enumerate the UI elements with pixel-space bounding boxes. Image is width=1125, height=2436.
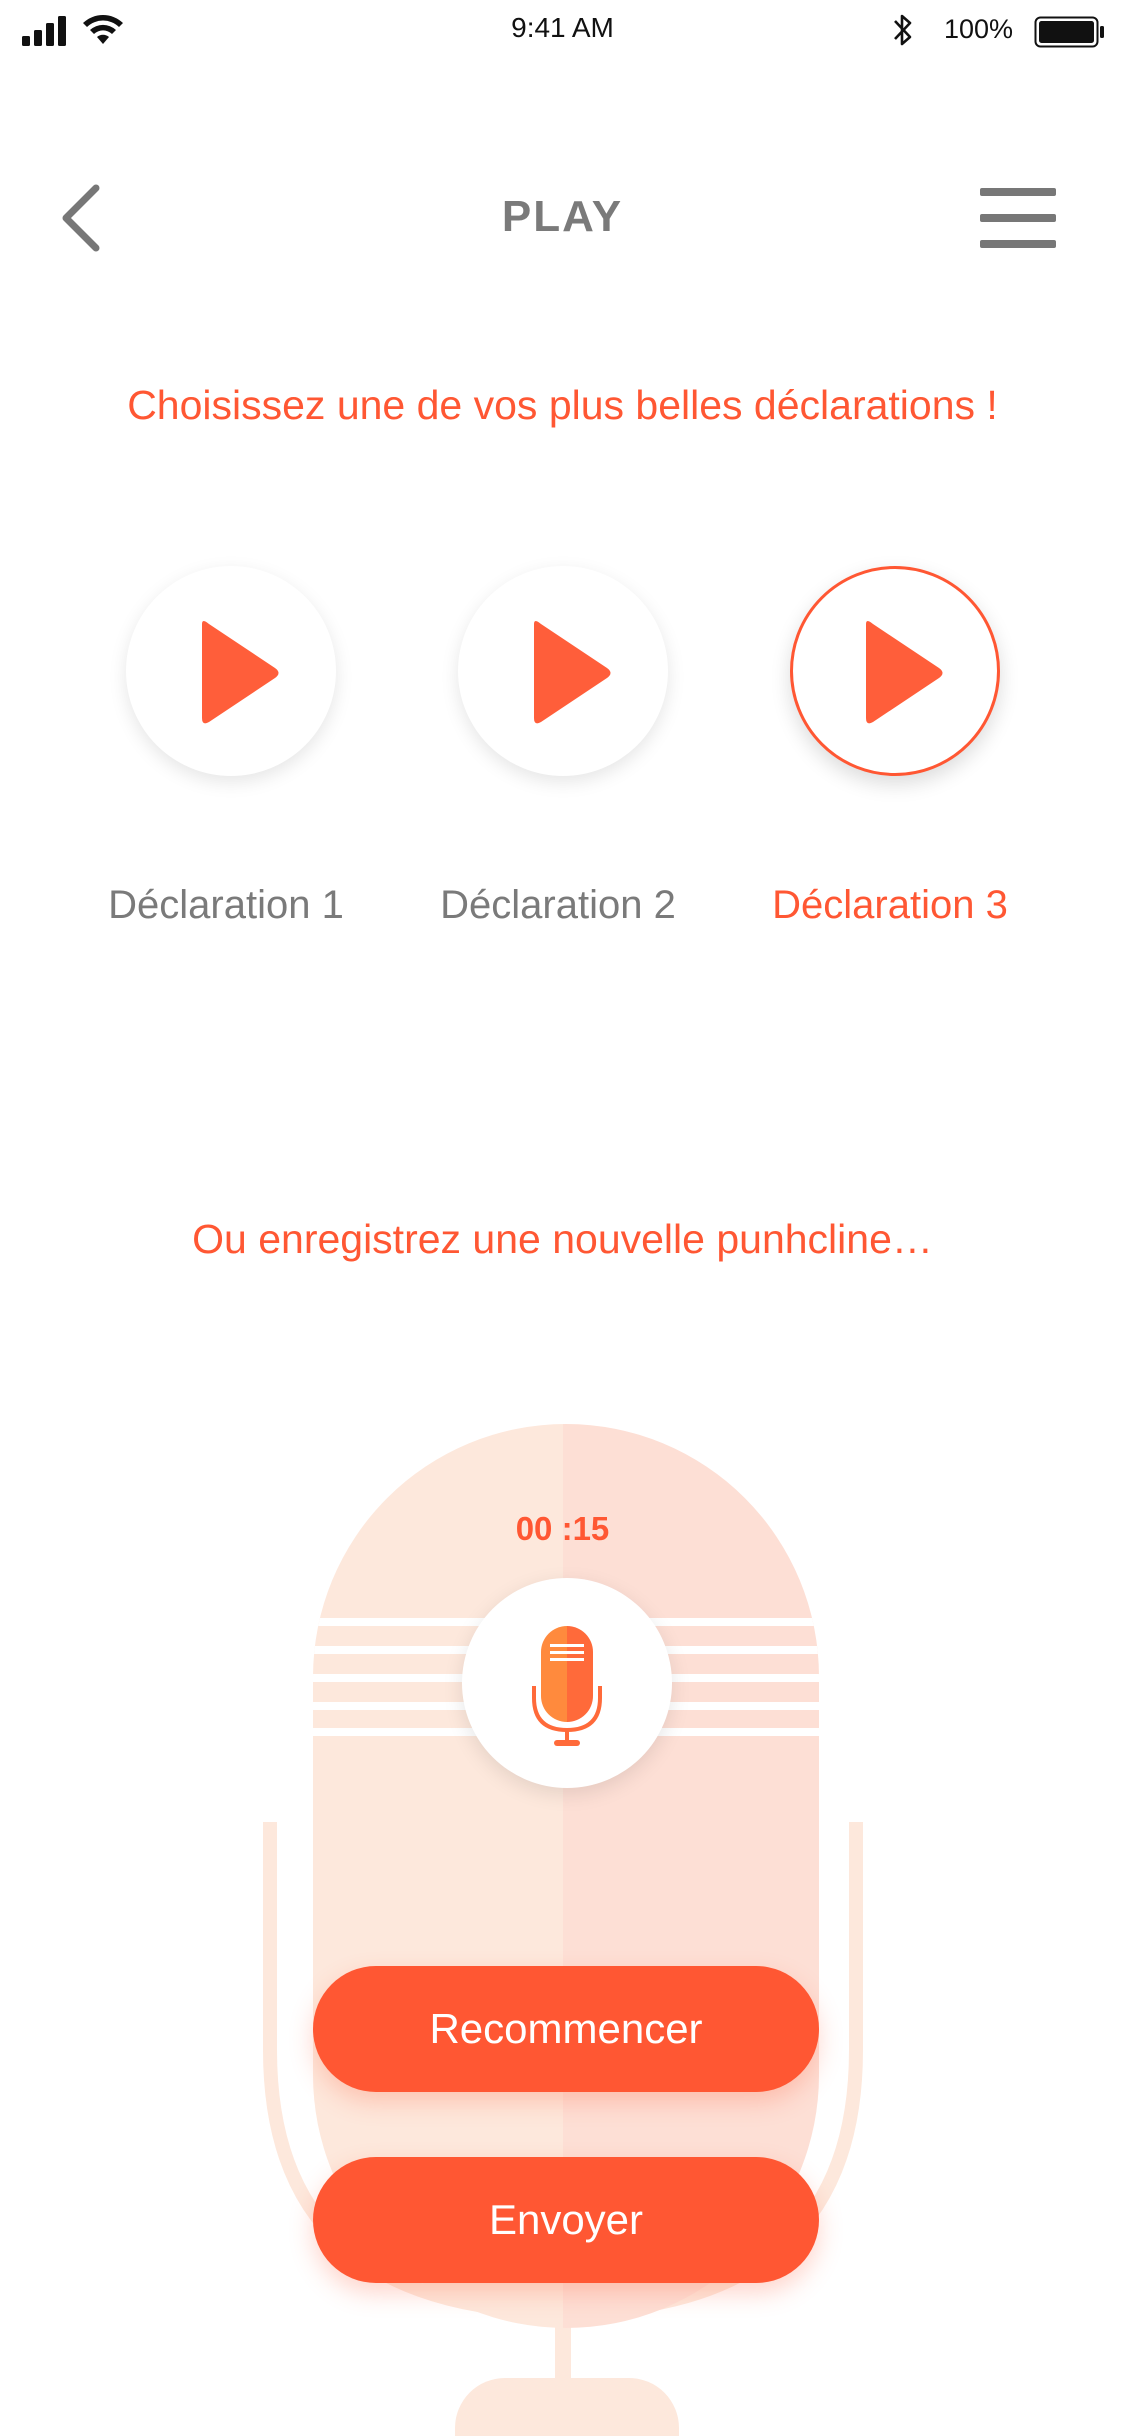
microphone-icon [532, 1626, 602, 1746]
play-declaration-3-button[interactable] [790, 566, 1000, 776]
choose-declaration-prompt: Choisissez une de vos plus belles déclar… [127, 382, 998, 428]
play-declaration-1-button[interactable] [126, 566, 336, 776]
play-declaration-2-button[interactable] [458, 566, 668, 776]
restart-button[interactable]: Recommencer [313, 1966, 819, 2092]
declaration-3-label[interactable]: Déclaration 3 [740, 883, 1040, 928]
bluetooth-icon [894, 14, 912, 46]
play-icon [534, 621, 611, 724]
send-button[interactable]: Envoyer [313, 2157, 819, 2283]
battery-percentage: 100% [943, 14, 1013, 44]
play-icon [202, 621, 279, 724]
declaration-2-label[interactable]: Déclaration 2 [408, 883, 708, 928]
record-new-prompt: Ou enregistrez une nouvelle punhcline… [192, 1216, 933, 1262]
declaration-1-label[interactable]: Déclaration 1 [76, 883, 376, 928]
hamburger-menu-icon[interactable] [978, 186, 1058, 250]
battery-icon [1034, 16, 1104, 48]
record-microphone-button[interactable] [462, 1578, 672, 1788]
play-icon [866, 621, 943, 724]
page-title: PLAY [501, 192, 624, 241]
recording-timer: 00 :15 [515, 1510, 610, 1547]
